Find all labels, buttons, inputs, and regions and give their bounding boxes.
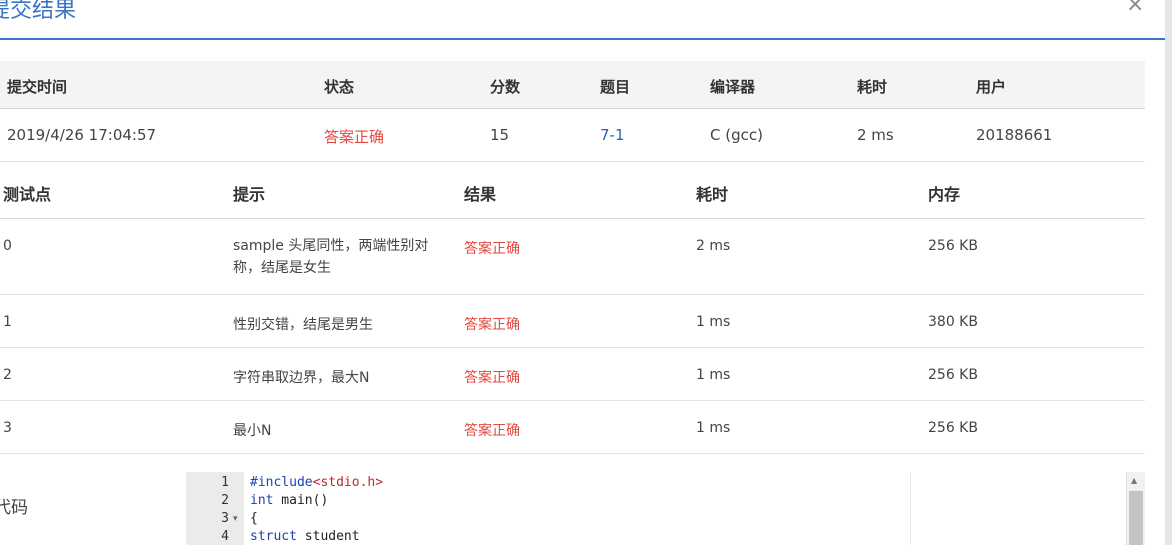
code-editor[interactable]: 1 2 3 ▾ 4 #include<stdio.h> int main() {… — [186, 472, 1145, 545]
header-case-id: 测试点 — [3, 185, 52, 204]
case-time: 1 ms — [696, 367, 731, 383]
compiler-value: C (gcc) — [710, 126, 763, 144]
include-header: <stdio.h> — [312, 475, 384, 490]
case-hint: sample 头尾同性，两端性别对称，结尾是女生 — [233, 238, 429, 276]
keyword: struct — [250, 529, 297, 544]
header-user: 用户 — [976, 78, 1007, 96]
case-memory: 380 KB — [928, 314, 978, 330]
code-line[interactable]: struct student — [250, 529, 360, 544]
header-compiler: 编译器 — [710, 78, 756, 96]
case-result: 答案正确 — [464, 317, 520, 333]
case-result: 答案正确 — [464, 423, 520, 439]
duration-value: 2 ms — [857, 126, 894, 144]
scroll-up-arrow-icon[interactable]: ▲ — [1131, 476, 1137, 485]
case-result: 答案正确 — [464, 241, 520, 257]
case-hint: 字符串取边界，最大N — [233, 370, 370, 386]
case-time: 2 ms — [696, 238, 731, 254]
user-value: 20188661 — [976, 126, 1053, 144]
summary-table-row: 2019/4/26 17:04:57 答案正确 15 7-1 C (gcc) 2… — [0, 109, 1145, 162]
header-hint: 提示 — [233, 185, 266, 204]
case-hint: 性别交错，结尾是男生 — [233, 317, 373, 333]
case-table-header: 测试点 提示 结果 耗时 内存 — [0, 162, 1145, 219]
table-row: 3 最小N 答案正确 1 ms 256 KB — [0, 401, 1145, 454]
preprocessor-directive: #include — [250, 475, 313, 490]
code-line[interactable]: #include<stdio.h> — [250, 475, 383, 490]
summary-table-header: 提交时间 状态 分数 题目 编译器 耗时 用户 — [0, 61, 1145, 109]
line-number: 2 — [221, 493, 229, 508]
window-scrollbar-track[interactable] — [1165, 0, 1172, 545]
header-status: 状态 — [324, 78, 355, 96]
header-submit-time: 提交时间 — [7, 78, 68, 96]
case-memory: 256 KB — [928, 367, 978, 383]
close-icon[interactable]: × — [1126, 0, 1144, 17]
modal-title: 提交结果 — [0, 0, 77, 23]
header-case-time: 耗时 — [696, 185, 729, 204]
line-number: 3 — [221, 511, 229, 526]
case-time: 1 ms — [696, 420, 731, 436]
code-label: 代码 — [0, 498, 28, 518]
header-memory: 内存 — [928, 185, 961, 204]
case-memory: 256 KB — [928, 238, 978, 254]
fold-arrow-icon[interactable]: ▾ — [233, 514, 238, 524]
modal-header: 提交结果 × — [0, 0, 1165, 40]
code-line[interactable]: int main() — [250, 493, 328, 508]
case-time: 1 ms — [696, 314, 731, 330]
table-row: 0 sample 头尾同性，两端性别对称，结尾是女生 答案正确 2 ms 256… — [0, 219, 1145, 295]
line-number: 4 — [221, 529, 229, 544]
header-problem: 题目 — [600, 78, 631, 96]
case-id: 3 — [3, 420, 12, 436]
case-id: 2 — [3, 367, 12, 383]
score-value: 15 — [490, 126, 510, 144]
problem-link[interactable]: 7-1 — [600, 126, 625, 144]
submit-time: 2019/4/26 17:04:57 — [7, 126, 157, 144]
case-hint: 最小N — [233, 423, 272, 439]
header-time: 耗时 — [857, 78, 888, 96]
header-result: 结果 — [464, 185, 497, 204]
print-margin — [910, 472, 911, 545]
case-id: 0 — [3, 238, 12, 254]
case-id: 1 — [3, 314, 12, 330]
case-result: 答案正确 — [464, 370, 520, 386]
line-number: 1 — [221, 475, 229, 490]
code-text: main() — [273, 493, 329, 508]
table-row: 1 性别交错，结尾是男生 答案正确 1 ms 380 KB — [0, 295, 1145, 348]
case-memory: 256 KB — [928, 420, 978, 436]
editor-gutter: 1 2 3 ▾ 4 — [186, 472, 244, 545]
status-badge: 答案正确 — [324, 128, 385, 146]
table-row: 2 字符串取边界，最大N 答案正确 1 ms 256 KB — [0, 348, 1145, 401]
code-line[interactable]: { — [250, 511, 258, 526]
header-score: 分数 — [490, 78, 521, 96]
keyword: int — [250, 493, 274, 508]
scrollbar-thumb[interactable] — [1129, 491, 1143, 545]
code-text: student — [296, 529, 360, 544]
editor-scrollbar[interactable]: ▲ — [1126, 472, 1145, 545]
